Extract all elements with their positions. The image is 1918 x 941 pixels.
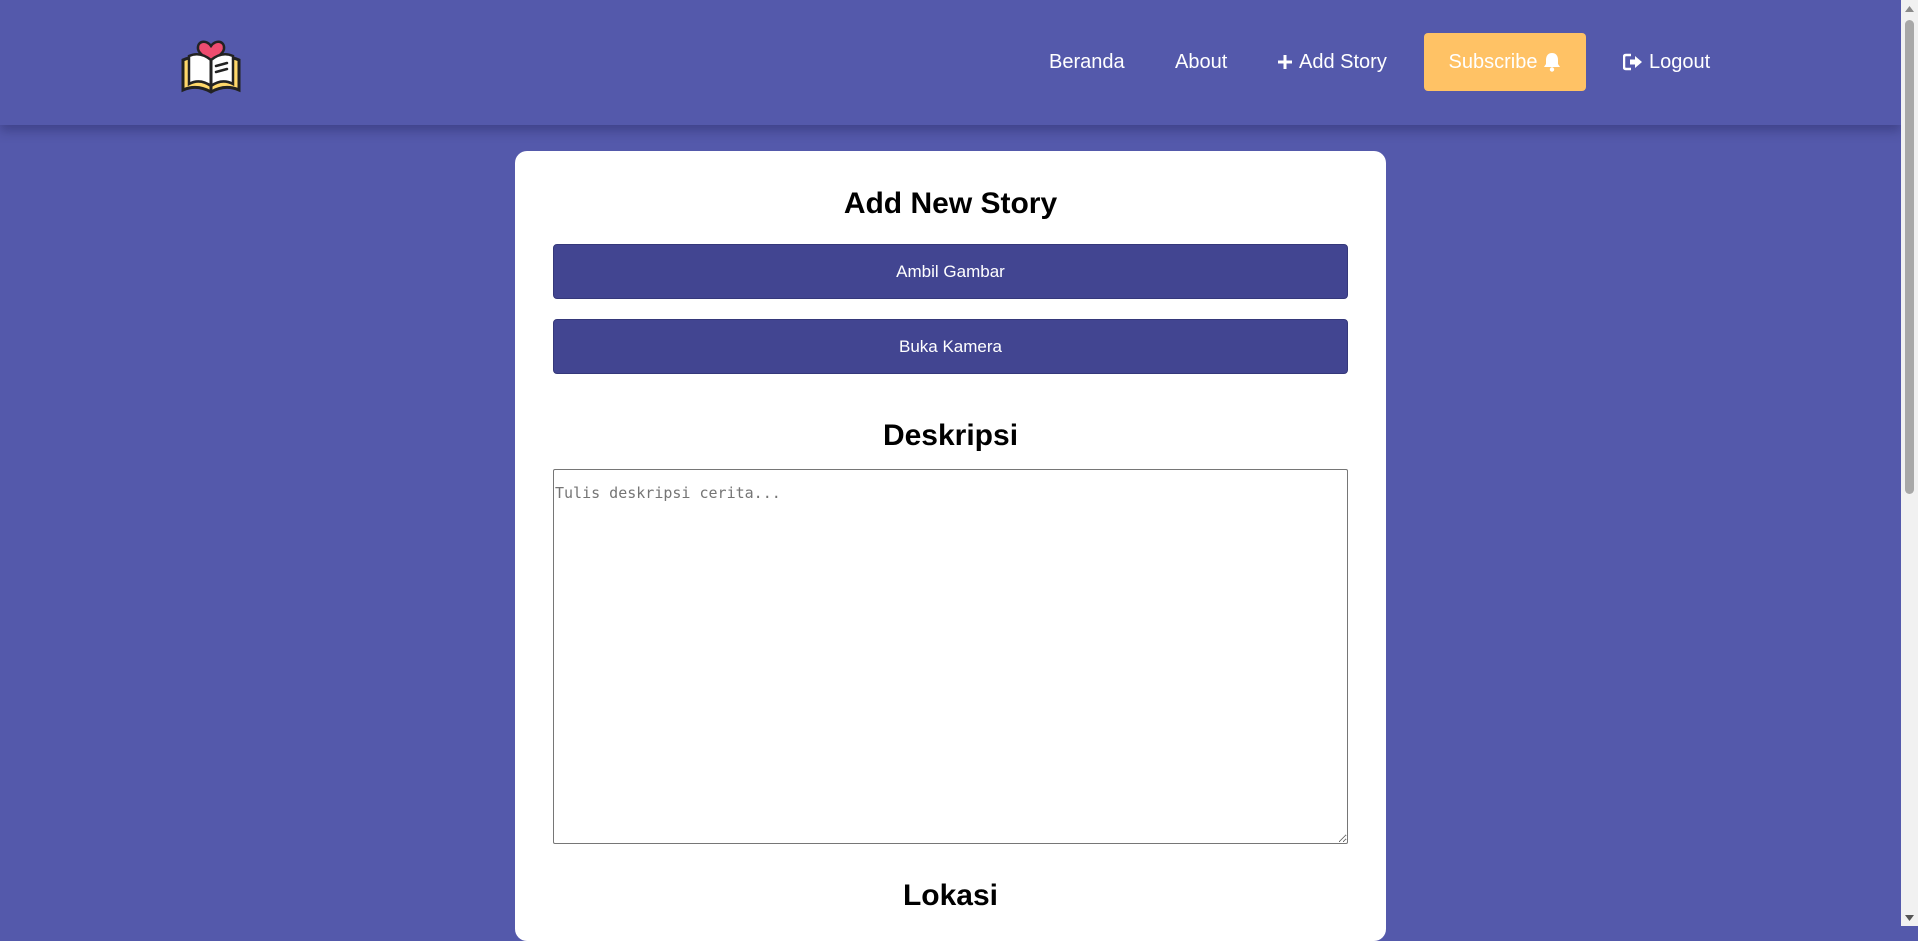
description-textarea[interactable] <box>553 469 1348 844</box>
location-heading: Lokasi <box>902 879 999 912</box>
take-picture-button[interactable]: Ambil Gambar <box>553 244 1348 299</box>
book-heart-logo[interactable] <box>175 26 247 94</box>
nav-logout-label: Logout <box>1649 50 1711 73</box>
open-camera-button[interactable]: Buka Kamera <box>553 319 1348 374</box>
page-title: Add New Story <box>843 187 1058 220</box>
logout-icon <box>1623 53 1642 71</box>
subscribe-button[interactable]: Subscribe <box>1424 33 1586 91</box>
nav-beranda-label: Beranda <box>1049 50 1125 73</box>
scrollbar-thumb[interactable] <box>1905 20 1914 494</box>
scroll-down-arrow-icon[interactable] <box>1901 909 1918 926</box>
subscribe-label: Subscribe <box>1448 50 1538 73</box>
bell-icon <box>1544 53 1561 72</box>
add-story-card: Add New Story Ambil Gambar Buka Kamera D… <box>515 151 1386 941</box>
nav-logout-link[interactable]: Logout <box>1623 33 1710 91</box>
scroll-up-arrow-icon[interactable] <box>1901 0 1918 17</box>
nav-about-label: About <box>1175 50 1228 73</box>
nav-beranda-link[interactable]: Beranda <box>1049 33 1125 91</box>
nav-add-story-label: Add Story <box>1299 50 1387 73</box>
description-heading: Deskripsi <box>882 419 1019 452</box>
nav-add-story-link[interactable]: Add Story <box>1277 33 1387 91</box>
plus-icon <box>1278 55 1292 69</box>
navbar: Beranda About Add Story Subscribe Logout <box>0 0 1901 125</box>
page-scrollbar[interactable] <box>1901 0 1918 926</box>
nav-about-link[interactable]: About <box>1175 33 1227 91</box>
